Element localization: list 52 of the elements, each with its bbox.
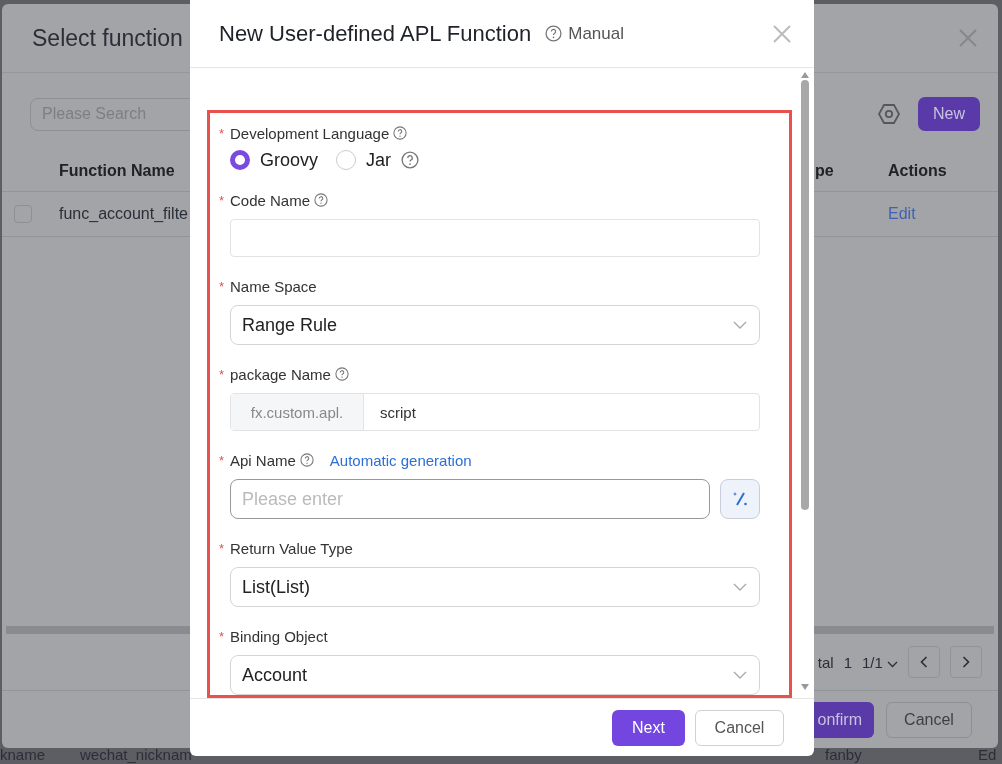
required-asterisk: * (219, 452, 226, 468)
required-asterisk: * (219, 278, 226, 294)
field-label: Development Language (230, 124, 390, 142)
select-field[interactable]: List(List) (230, 567, 760, 607)
close-icon[interactable] (958, 28, 978, 48)
radio-label: Jar (366, 149, 392, 171)
manual-link[interactable]: Manual (568, 23, 624, 44)
previous-page-button[interactable] (908, 646, 940, 678)
radio-button[interactable] (230, 150, 250, 170)
next-page-button[interactable] (950, 646, 982, 678)
required-asterisk: * (219, 540, 226, 556)
chevron-right-icon (962, 656, 970, 668)
chevron-down-icon (733, 583, 747, 591)
scroll-up-icon[interactable] (801, 72, 809, 78)
required-asterisk: * (219, 628, 226, 644)
primary-button[interactable]: Next (612, 709, 685, 746)
field-label: Binding Object (230, 627, 328, 645)
generate-link[interactable]: Automatic generation (329, 451, 472, 469)
dialog-title: Select function (32, 24, 183, 52)
select-field[interactable]: Account (230, 655, 760, 695)
field-label: package Name (230, 365, 331, 383)
settings-icon[interactable] (878, 103, 900, 125)
field-label: Api Name (230, 451, 296, 469)
required-asterisk: * (219, 366, 226, 382)
help-icon (545, 25, 563, 42)
field-label: Return Value Type (230, 539, 353, 557)
close-icon[interactable] (772, 23, 792, 44)
dialog-title: New User-defined APL Function (219, 20, 532, 47)
total-count: 1 (843, 653, 852, 671)
column-header: Actions (888, 162, 948, 180)
select-field[interactable]: Range Rule (230, 305, 760, 345)
required-asterisk: * (219, 192, 226, 208)
scrollbar-thumb[interactable] (801, 80, 809, 510)
column-header: Function Name (59, 162, 176, 180)
input-field[interactable]: Please enter (230, 479, 710, 519)
chevron-left-icon (920, 656, 928, 668)
scroll-down-icon[interactable] (801, 684, 809, 690)
magic-wand-button[interactable] (720, 479, 760, 519)
table-cell-text: func_account_filte (59, 205, 189, 223)
new-button[interactable]: New (918, 97, 980, 131)
field-label: Code Name (230, 191, 311, 209)
cancel-button[interactable]: Cancel (886, 701, 972, 738)
page-select[interactable]: 1/1 (861, 653, 898, 671)
column-header: pe (815, 162, 835, 180)
field-label: Name Space (230, 277, 317, 295)
radio-label: Groovy (260, 149, 319, 171)
magic-wand-icon (731, 490, 749, 508)
cancel-button[interactable]: Cancel (695, 709, 784, 746)
chevron-down-icon (733, 321, 747, 329)
total-label: tal (817, 653, 834, 671)
chevron-down-icon (733, 671, 747, 679)
chevron-down-icon (887, 660, 898, 668)
